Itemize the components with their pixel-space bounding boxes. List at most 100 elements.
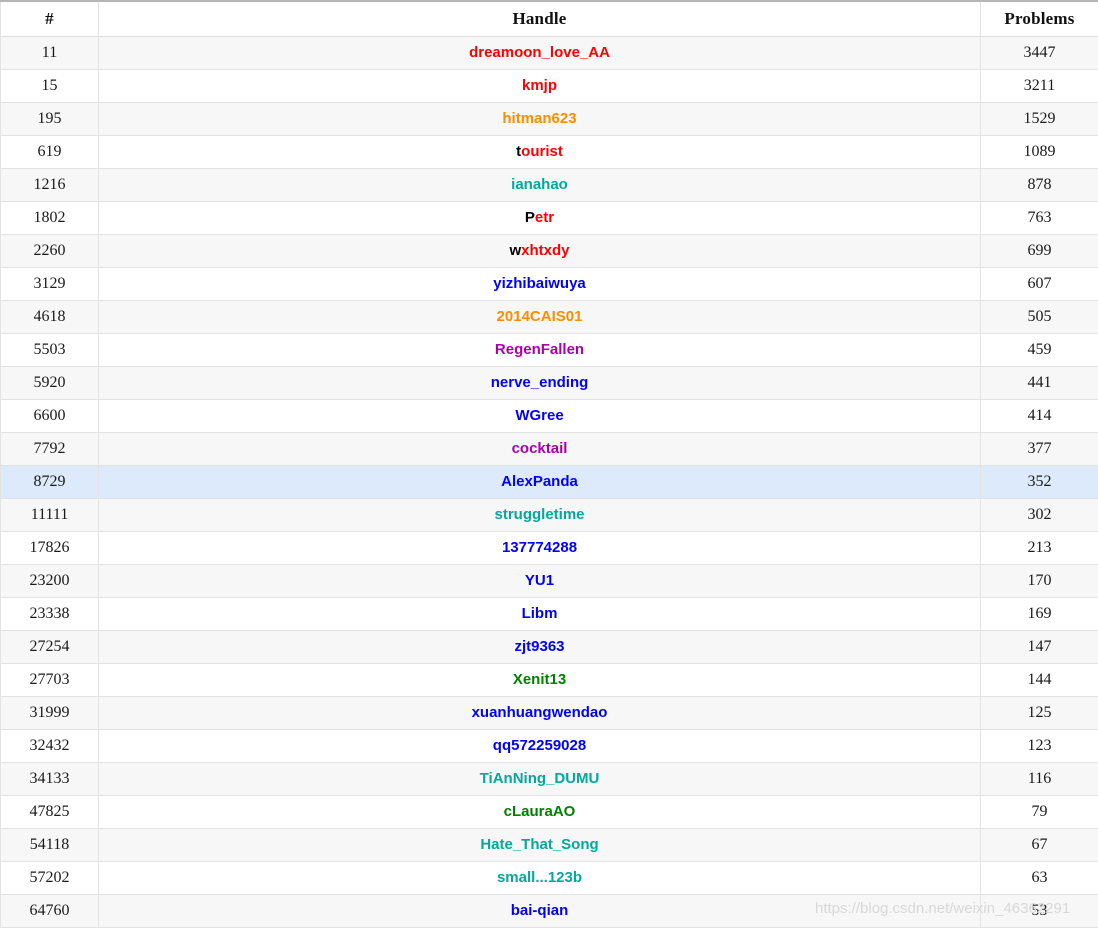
cell-handle[interactable]: bai-qian [98,893,981,928]
cell-handle[interactable]: ianahao [98,167,981,202]
table-row[interactable]: 195 hitman623 1529 [0,101,1098,136]
cell-handle[interactable]: qq572259028 [98,728,981,763]
column-header-problems[interactable]: Problems [980,0,1098,37]
column-header-rank[interactable]: # [0,0,99,37]
table-row[interactable]: 23338 Libm 169 [0,596,1098,631]
handle-link[interactable]: YU1 [525,572,554,589]
handle-link[interactable]: Xenit13 [513,671,566,688]
table-body: 11 dreamoon_love_AA 3447 15 kmjp 3211 195 hitma… [0,35,1098,928]
cell-rank: 5920 [0,365,99,400]
cell-problems: 459 [980,332,1098,367]
handle-link[interactable]: Libm [522,605,558,622]
handle-link[interactable]: xhtxdy [521,242,569,259]
table-row[interactable]: 4618 2014CAIS01 505 [0,299,1098,334]
cell-problems: 125 [980,695,1098,730]
table-row[interactable]: 31999 xuanhuangwendao 125 [0,695,1098,730]
cell-rank: 6600 [0,398,99,433]
cell-problems: 441 [980,365,1098,400]
handle-link[interactable]: Hate_That_Song [480,836,598,853]
handle-link[interactable]: xuanhuangwendao [472,704,608,721]
table-row[interactable]: 54118 Hate_That_Song 67 [0,827,1098,862]
cell-problems: 147 [980,629,1098,664]
table-row[interactable]: 34133 TiAnNing_DUMU 116 [0,761,1098,796]
table-row[interactable]: 3129 yizhibaiwuya 607 [0,266,1098,301]
handle-link[interactable]: zjt9363 [514,638,564,655]
cell-handle[interactable]: cocktail [98,431,981,466]
handle-link[interactable]: cocktail [512,440,568,457]
table-row[interactable]: 6600 WGree 414 [0,398,1098,433]
table-row[interactable]: 7792 cocktail 377 [0,431,1098,466]
cell-handle[interactable]: nerve_ending [98,365,981,400]
cell-handle[interactable]: zjt9363 [98,629,981,664]
cell-handle[interactable]: YU1 [98,563,981,598]
handle-link[interactable]: dreamoon_love_AA [469,44,610,61]
column-header-handle[interactable]: Handle [98,0,981,37]
cell-handle[interactable]: dreamoon_love_AA [98,35,981,70]
cell-handle[interactable]: Hate_That_Song [98,827,981,862]
cell-handle[interactable]: WGree [98,398,981,433]
table-row[interactable]: 619 tourist 1089 [0,134,1098,169]
cell-handle[interactable]: TiAnNing_DUMU [98,761,981,796]
table-row[interactable]: 8729 AlexPanda 352 [0,464,1098,499]
handle-link[interactable]: ourist [521,143,563,160]
table-row[interactable]: 1216 ianahao 878 [0,167,1098,202]
cell-problems: 144 [980,662,1098,697]
cell-rank: 47825 [0,794,99,829]
cell-handle[interactable]: 2014CAIS01 [98,299,981,334]
cell-handle[interactable]: tourist [98,134,981,169]
cell-handle[interactable]: Xenit13 [98,662,981,697]
table-row[interactable]: 11 dreamoon_love_AA 3447 [0,35,1098,70]
cell-rank: 27703 [0,662,99,697]
cell-handle[interactable]: hitman623 [98,101,981,136]
handle-link[interactable]: 137774288 [502,539,577,556]
cell-handle[interactable]: 137774288 [98,530,981,565]
handle-link[interactable]: qq572259028 [493,737,586,754]
table-row[interactable]: 1802 Petr 763 [0,200,1098,235]
handle-link[interactable]: kmjp [522,77,557,94]
cell-problems: 79 [980,794,1098,829]
table-row[interactable]: 64760 bai-qian 53 [0,893,1098,928]
handle-link[interactable]: cLauraAO [504,803,576,820]
table-row[interactable]: 2260 wxhtxdy 699 [0,233,1098,268]
cell-handle[interactable]: AlexPanda [98,464,981,499]
handle-link[interactable]: bai-qian [511,902,569,919]
handle-link[interactable]: 2014CAIS01 [497,308,583,325]
cell-rank: 5503 [0,332,99,367]
cell-rank: 11 [0,35,99,70]
cell-handle[interactable]: xuanhuangwendao [98,695,981,730]
handle-link[interactable]: small...123b [497,869,582,886]
table-row[interactable]: 11111 struggletime 302 [0,497,1098,532]
table-row[interactable]: 23200 YU1 170 [0,563,1098,598]
cell-handle[interactable]: small...123b [98,860,981,895]
handle-link[interactable]: struggletime [494,506,584,523]
cell-handle[interactable]: struggletime [98,497,981,532]
handle-link[interactable]: TiAnNing_DUMU [480,770,600,787]
handle-link[interactable]: yizhibaiwuya [493,275,586,292]
handle-link[interactable]: ianahao [511,176,568,193]
cell-handle[interactable]: wxhtxdy [98,233,981,268]
cell-handle[interactable]: yizhibaiwuya [98,266,981,301]
table-row[interactable]: 17826 137774288 213 [0,530,1098,565]
table-row[interactable]: 27254 zjt9363 147 [0,629,1098,664]
handle-link[interactable]: WGree [515,407,563,424]
handle-link[interactable]: AlexPanda [501,473,578,490]
cell-handle[interactable]: Petr [98,200,981,235]
table-row[interactable]: 5920 nerve_ending 441 [0,365,1098,400]
handle-link[interactable]: nerve_ending [491,374,589,391]
handle-link[interactable]: RegenFallen [495,341,584,358]
cell-handle[interactable]: RegenFallen [98,332,981,367]
cell-handle[interactable]: cLauraAO [98,794,981,829]
cell-handle[interactable]: kmjp [98,68,981,103]
cell-handle[interactable]: Libm [98,596,981,631]
table-row[interactable]: 47825 cLauraAO 79 [0,794,1098,829]
table-row[interactable]: 5503 RegenFallen 459 [0,332,1098,367]
handle-link[interactable]: etr [535,209,554,226]
table-row[interactable]: 15 kmjp 3211 [0,68,1098,103]
table-row[interactable]: 32432 qq572259028 123 [0,728,1098,763]
cell-problems: 763 [980,200,1098,235]
table-row[interactable]: 57202 small...123b 63 [0,860,1098,895]
handle-link[interactable]: hitman623 [502,110,576,127]
cell-rank: 7792 [0,431,99,466]
table-row[interactable]: 27703 Xenit13 144 [0,662,1098,697]
cell-rank: 54118 [0,827,99,862]
